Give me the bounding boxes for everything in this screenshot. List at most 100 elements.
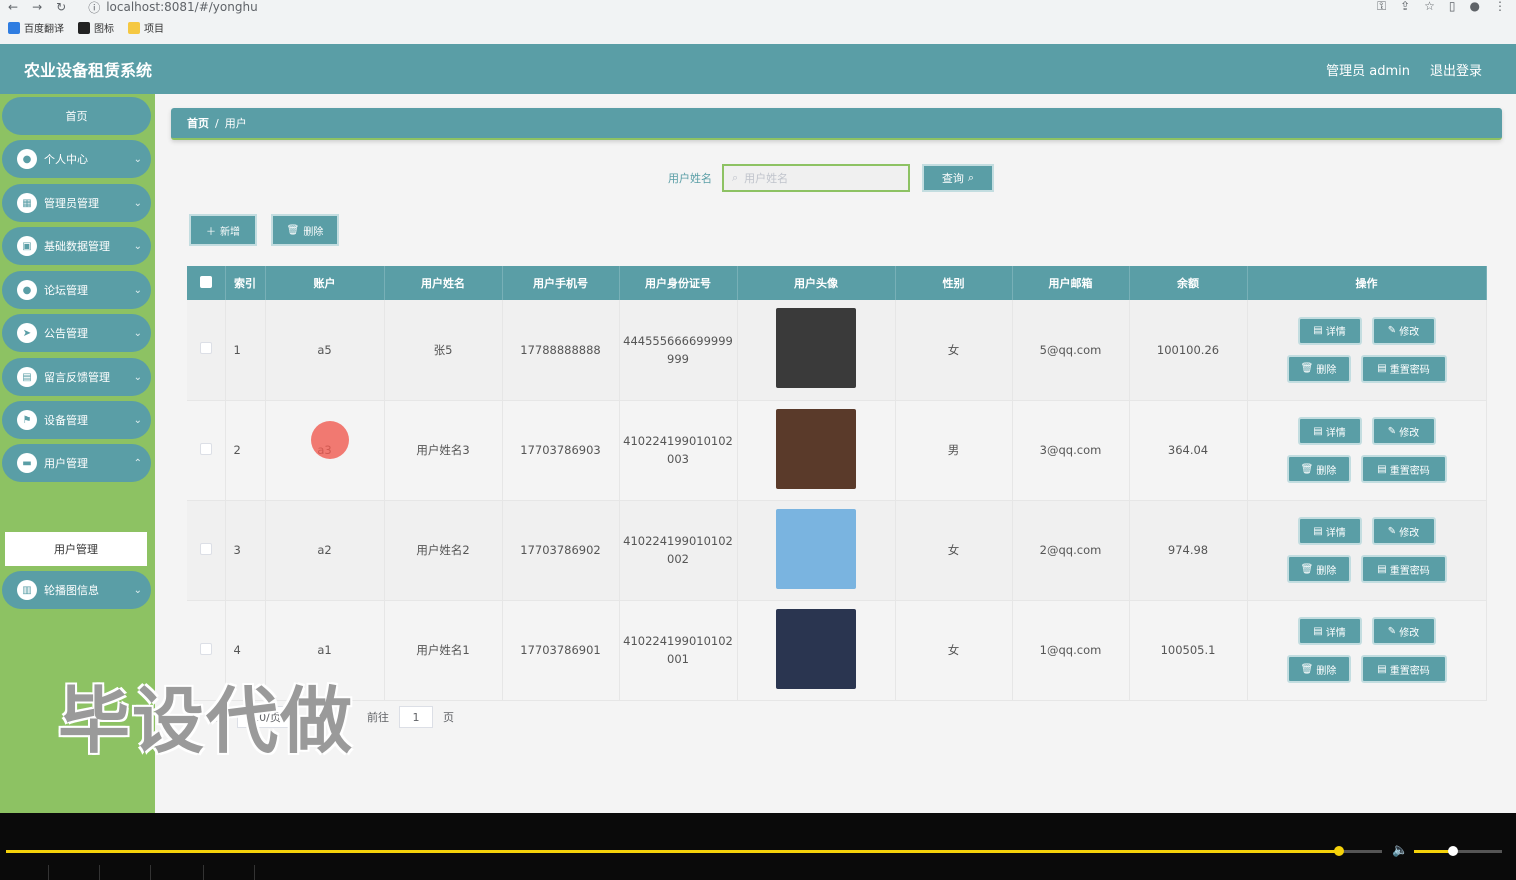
select-all-checkbox[interactable] bbox=[199, 275, 212, 288]
reset-password-button[interactable]: ▤ 重置密码 bbox=[1360, 655, 1447, 683]
chart-icon: ▣ bbox=[17, 236, 37, 256]
volume-handle[interactable] bbox=[1448, 846, 1458, 856]
goto-unit: 页 bbox=[442, 711, 454, 724]
reset-password-button[interactable]: ▤ 重置密码 bbox=[1360, 555, 1447, 583]
detail-button[interactable]: ▤ 详情 bbox=[1297, 517, 1362, 545]
sidebar-item-notice[interactable]: ➤ 公告管理 ⌄ bbox=[2, 314, 151, 352]
trash-icon: 🗑 bbox=[1300, 663, 1314, 675]
share-icon[interactable]: ⇪ bbox=[1400, 0, 1410, 14]
detail-button[interactable]: ▤ 详情 bbox=[1297, 316, 1362, 345]
doc-icon: ▤ bbox=[1313, 425, 1323, 437]
cell-name: 用户姓名2 bbox=[384, 500, 503, 601]
cell-email: 2@qq.com bbox=[1012, 500, 1130, 601]
cell-balance: 974.98 bbox=[1129, 500, 1248, 601]
goto-label: 前往 bbox=[366, 711, 389, 724]
star-icon[interactable]: ☆ bbox=[1424, 0, 1435, 14]
search-button[interactable]: 查询 ⌕ bbox=[922, 164, 994, 192]
cell-email: 1@qq.com bbox=[1012, 600, 1130, 701]
edit-button[interactable]: ✎ 修改 bbox=[1371, 617, 1436, 645]
sidebar-item-profile[interactable]: ● 个人中心 ⌄ bbox=[2, 140, 151, 178]
cell-name: 张5 bbox=[384, 300, 503, 401]
chevron-down-icon: ⌄ bbox=[133, 240, 142, 252]
add-button[interactable]: ＋新增 bbox=[189, 214, 257, 246]
goto-input[interactable]: 1 bbox=[398, 706, 433, 728]
table-row: 3 a2 用户姓名2 17703786902 410224199010102 002 女 2@… bbox=[187, 500, 1487, 601]
back-icon[interactable]: ← bbox=[8, 0, 18, 14]
video-progress-bar[interactable] bbox=[6, 850, 1340, 853]
submenu-user-manage[interactable]: 用户管理 bbox=[5, 532, 147, 566]
bookmark-translate[interactable]: 百度翻译 bbox=[8, 20, 64, 35]
col-idcard: 用户身份证号 bbox=[619, 266, 738, 300]
cell-gender: 女 bbox=[895, 300, 1013, 401]
sidebar-item-feedback[interactable]: ▤ 留言反馈管理 ⌄ bbox=[2, 358, 151, 396]
doc-icon: ▤ bbox=[1313, 625, 1323, 637]
edit-button[interactable]: ✎ 修改 bbox=[1371, 316, 1436, 345]
row-checkbox[interactable] bbox=[199, 342, 212, 355]
chevron-down-icon: ⌄ bbox=[133, 371, 142, 383]
trash-icon: 🗑 bbox=[1300, 463, 1314, 475]
row-checkbox[interactable] bbox=[199, 642, 212, 655]
more-icon[interactable]: ⋮ bbox=[1494, 0, 1506, 14]
breadcrumb-home[interactable]: 首页 bbox=[187, 115, 209, 131]
key-icon[interactable]: ⚿ bbox=[1377, 0, 1386, 14]
table-row: 2a3用户姓名317703786903410224199010102003男3@… bbox=[187, 400, 1487, 501]
cell-idcard: 410224199010102 002 bbox=[619, 500, 738, 601]
cell-index: 2 bbox=[225, 400, 266, 501]
person-icon: ● bbox=[17, 280, 37, 300]
delete-button[interactable]: 🗑 删除 bbox=[1286, 655, 1351, 683]
bookmark-project[interactable]: 项目 bbox=[128, 20, 164, 35]
edit-button[interactable]: ✎ 修改 bbox=[1371, 417, 1436, 445]
detail-button[interactable]: ▤ 详情 bbox=[1297, 417, 1362, 445]
row-checkbox[interactable] bbox=[199, 542, 212, 555]
delete-button[interactable]: 🗑 删除 bbox=[1286, 555, 1351, 583]
sidebar-item-devices[interactable]: ⚑ 设备管理 ⌄ bbox=[2, 401, 151, 439]
breadcrumb-current: 用户 bbox=[224, 117, 247, 130]
reload-icon[interactable]: ↻ bbox=[56, 0, 66, 14]
batch-delete-button[interactable]: 🗑 删除 bbox=[271, 214, 339, 246]
delete-button[interactable]: 🗑 删除 bbox=[1286, 354, 1351, 383]
col-account: 账户 bbox=[265, 266, 385, 300]
sidebar-item-forum[interactable]: ● 论坛管理 ⌄ bbox=[2, 271, 151, 309]
edit-button[interactable]: ✎ 修改 bbox=[1371, 517, 1436, 545]
sidebar-item-carousel[interactable]: ▥ 轮播图信息 ⌄ bbox=[2, 571, 151, 609]
sidebar-item-basedata[interactable]: ▣ 基础数据管理 ⌄ bbox=[2, 227, 151, 265]
chevron-down-icon: ⌄ bbox=[133, 327, 142, 339]
cell-avatar bbox=[737, 500, 896, 601]
doc-icon: ▤ bbox=[1313, 525, 1323, 537]
bookmark-icons[interactable]: 图标 bbox=[78, 20, 114, 35]
logout-link[interactable]: 退出登录 bbox=[1430, 60, 1482, 79]
volume-icon[interactable]: 🔈 bbox=[1392, 843, 1408, 858]
reset-password-button[interactable]: ▤ 重置密码 bbox=[1360, 354, 1447, 383]
plus-icon: ＋ bbox=[206, 226, 216, 238]
detail-button[interactable]: ▤ 详情 bbox=[1297, 617, 1362, 645]
row-checkbox[interactable] bbox=[199, 442, 212, 455]
search-input[interactable]: ⌕ 用户姓名 bbox=[722, 164, 910, 192]
doc-icon: ▤ bbox=[1377, 663, 1387, 675]
chevron-down-icon: ⌄ bbox=[133, 284, 142, 296]
sidepanel-icon[interactable]: ▯ bbox=[1449, 0, 1456, 14]
col-name: 用户姓名 bbox=[384, 266, 503, 300]
avatar bbox=[776, 308, 856, 389]
table-row: 1 a5 张5 17788888888 444555666699999 999 女 5@qq.… bbox=[187, 300, 1487, 401]
video-progress-handle[interactable] bbox=[1334, 846, 1344, 856]
forward-icon[interactable]: → bbox=[32, 0, 42, 14]
list-icon: ▬ bbox=[17, 453, 37, 473]
sidebar-item-admins[interactable]: ▦ 管理员管理 ⌄ bbox=[2, 184, 151, 222]
doc-icon: ▤ bbox=[1313, 325, 1323, 337]
profile-icon[interactable]: ● bbox=[1470, 0, 1480, 14]
cell-balance: 100505.1 bbox=[1129, 600, 1248, 701]
sidebar-item-home[interactable]: 首页 bbox=[2, 97, 151, 135]
cell-balance: 100100.26 bbox=[1129, 300, 1248, 401]
chevron-up-icon: ⌃ bbox=[133, 457, 142, 469]
chevron-down-icon: ⌄ bbox=[133, 197, 142, 209]
address-bar[interactable]: ⓘ localhost:8081/#/yonghu bbox=[88, 0, 257, 16]
col-index: 索引 bbox=[225, 266, 266, 300]
table-header: 索引 账户 用户姓名 用户手机号 用户身份证号 用户头像 性别 用户邮箱 余额 … bbox=[187, 266, 1487, 300]
edit-icon: ✎ bbox=[1387, 325, 1397, 337]
sidebar-item-users[interactable]: ▬ 用户管理 ⌃ bbox=[2, 444, 151, 482]
col-ops: 操作 bbox=[1247, 266, 1487, 300]
search-bar: 用户姓名 ⌕ 用户姓名 查询 ⌕ bbox=[668, 164, 994, 192]
delete-button[interactable]: 🗑 删除 bbox=[1286, 455, 1351, 483]
video-player-bar: 🔈 bbox=[0, 813, 1516, 880]
reset-password-button[interactable]: ▤ 重置密码 bbox=[1360, 455, 1447, 483]
